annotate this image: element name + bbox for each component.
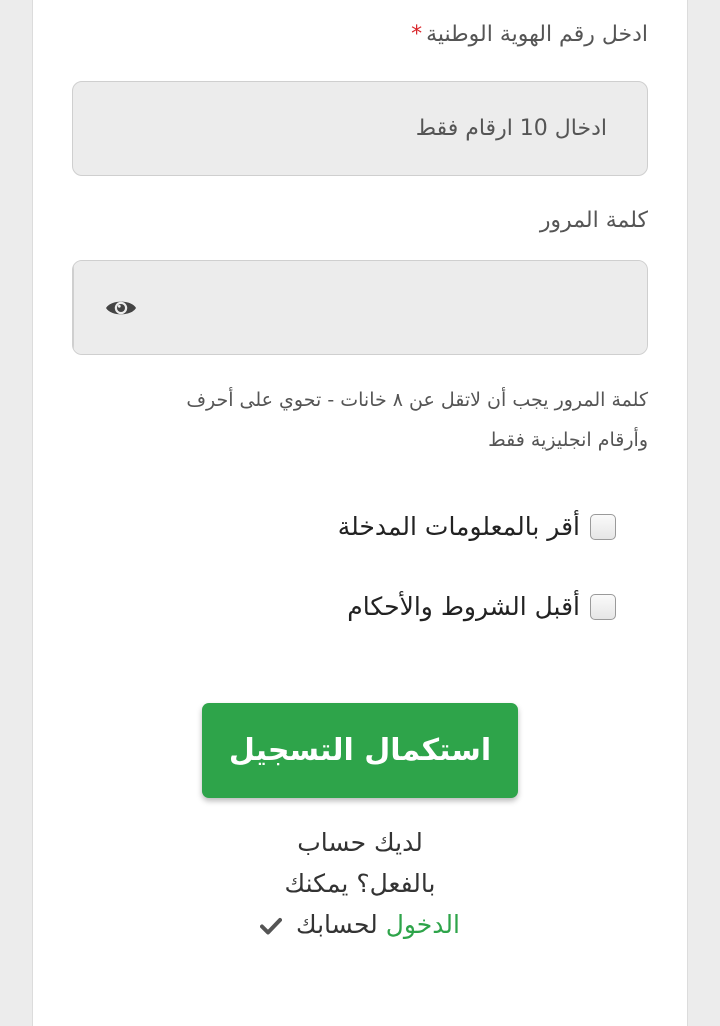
password-hint-line1: كلمة المرور يجب أن لاتقل عن ٨ خانات - تح… bbox=[186, 389, 648, 411]
password-label: كلمة المرور bbox=[539, 208, 648, 233]
login-prompt-after-link: لحسابك bbox=[296, 910, 386, 939]
password-group bbox=[72, 260, 648, 355]
national-id-label: ادخل رقم الهوية الوطنية* bbox=[411, 22, 648, 47]
password-visibility-toggle[interactable] bbox=[73, 261, 168, 354]
login-prompt: لديك حساب بالفعل؟ يمكنك الدخول لحسابك bbox=[200, 822, 520, 945]
password-hint: كلمة المرور يجب أن لاتقل عن ٨ خانات - تح… bbox=[88, 380, 648, 460]
checkmark-icon bbox=[260, 918, 283, 935]
accept-terms-checkbox[interactable] bbox=[590, 593, 616, 620]
accept-terms-row: أقبل الشروط والأحكام bbox=[347, 592, 616, 621]
confirm-info-label: أقر بالمعلومات المدخلة bbox=[337, 512, 580, 541]
login-prompt-line1: لديك حساب bbox=[297, 828, 423, 857]
password-hint-line2: وأرقام انجليزية فقط bbox=[488, 429, 648, 451]
national-id-label-text: ادخل رقم الهوية الوطنية bbox=[426, 22, 648, 47]
confirm-info-row: أقر بالمعلومات المدخلة bbox=[338, 512, 616, 541]
eye-icon bbox=[106, 301, 136, 314]
registration-page: ادخل رقم الهوية الوطنية* كلمة المرور كلم… bbox=[0, 0, 720, 1026]
national-id-input[interactable] bbox=[72, 81, 648, 176]
password-input[interactable] bbox=[168, 261, 647, 354]
login-prompt-line2: بالفعل؟ يمكنك bbox=[284, 869, 436, 898]
accept-terms-label: أقبل الشروط والأحكام bbox=[347, 592, 580, 621]
login-link[interactable]: الدخول bbox=[386, 910, 460, 939]
complete-registration-button[interactable]: استكمال التسجيل bbox=[202, 703, 518, 798]
required-mark: * bbox=[411, 22, 423, 47]
confirm-info-checkbox[interactable] bbox=[590, 513, 616, 540]
login-prompt-line3: الدخول لحسابك bbox=[200, 904, 520, 945]
